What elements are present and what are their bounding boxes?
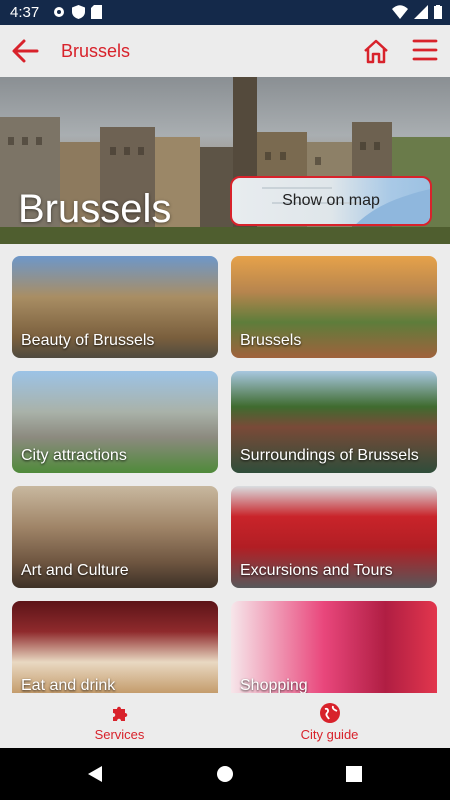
nav-services-label: Services [94,727,145,742]
tile-city-attractions[interactable]: City attractions [12,371,218,473]
status-bar: 4:37 [0,0,450,25]
tile-label: Brussels [240,332,302,349]
settings-icon [54,7,64,17]
status-right-icons [392,5,442,19]
nav-city-guide-label: City guide [300,727,359,742]
home-icon[interactable] [362,37,390,65]
tile-excursions-and-tours[interactable]: Excursions and Tours [231,486,437,588]
page-title: Brussels [61,41,131,61]
tile-eat-and-drink[interactable]: Eat and drink [12,601,218,694]
hero-banner: Brussels Show on map [0,77,450,244]
tile-label: Shopping [240,677,308,694]
system-home-icon[interactable] [216,765,234,783]
show-on-map-button[interactable]: Show on map [230,176,432,226]
tile-art-and-culture[interactable]: Art and Culture [12,486,218,588]
bottom-navigation: Services City guide [0,693,450,748]
back-arrow-icon[interactable] [11,38,39,64]
tile-label: Beauty of Brussels [21,332,155,349]
tile-label: Art and Culture [21,562,129,579]
battery-icon [434,5,442,19]
hero-city-name: Brussels [18,187,172,231]
tile-label: Excursions and Tours [240,562,393,579]
status-time: 4:37 [10,4,40,21]
system-back-icon[interactable] [86,765,104,783]
wifi-icon [392,5,408,19]
status-left-icons [52,5,102,19]
tile-surroundings-of-brussels[interactable]: Surroundings of Brussels [231,371,437,473]
hamburger-menu-icon[interactable] [412,37,438,63]
system-nav-bar [0,748,450,800]
tile-label: City attractions [21,447,127,464]
tile-brussels[interactable]: Brussels [231,256,437,358]
system-recents-icon[interactable] [346,766,362,782]
tile-label: Surroundings of Brussels [240,447,419,464]
signal-icon [414,5,428,19]
tile-shopping[interactable]: Shopping [231,601,437,694]
shield-icon [72,5,85,19]
puzzle-icon [112,706,127,721]
tile-label: Eat and drink [21,677,116,694]
globe-icon [319,703,340,723]
app-bar: Brussels [0,25,450,77]
category-grid: Beauty of Brussels Brussels City attract… [0,244,450,694]
tile-beauty-of-brussels[interactable]: Beauty of Brussels [12,256,218,358]
show-on-map-label: Show on map [282,192,380,209]
nav-services[interactable]: Services [7,693,232,748]
sd-card-icon [91,5,102,19]
nav-city-guide[interactable]: City guide [217,693,442,748]
